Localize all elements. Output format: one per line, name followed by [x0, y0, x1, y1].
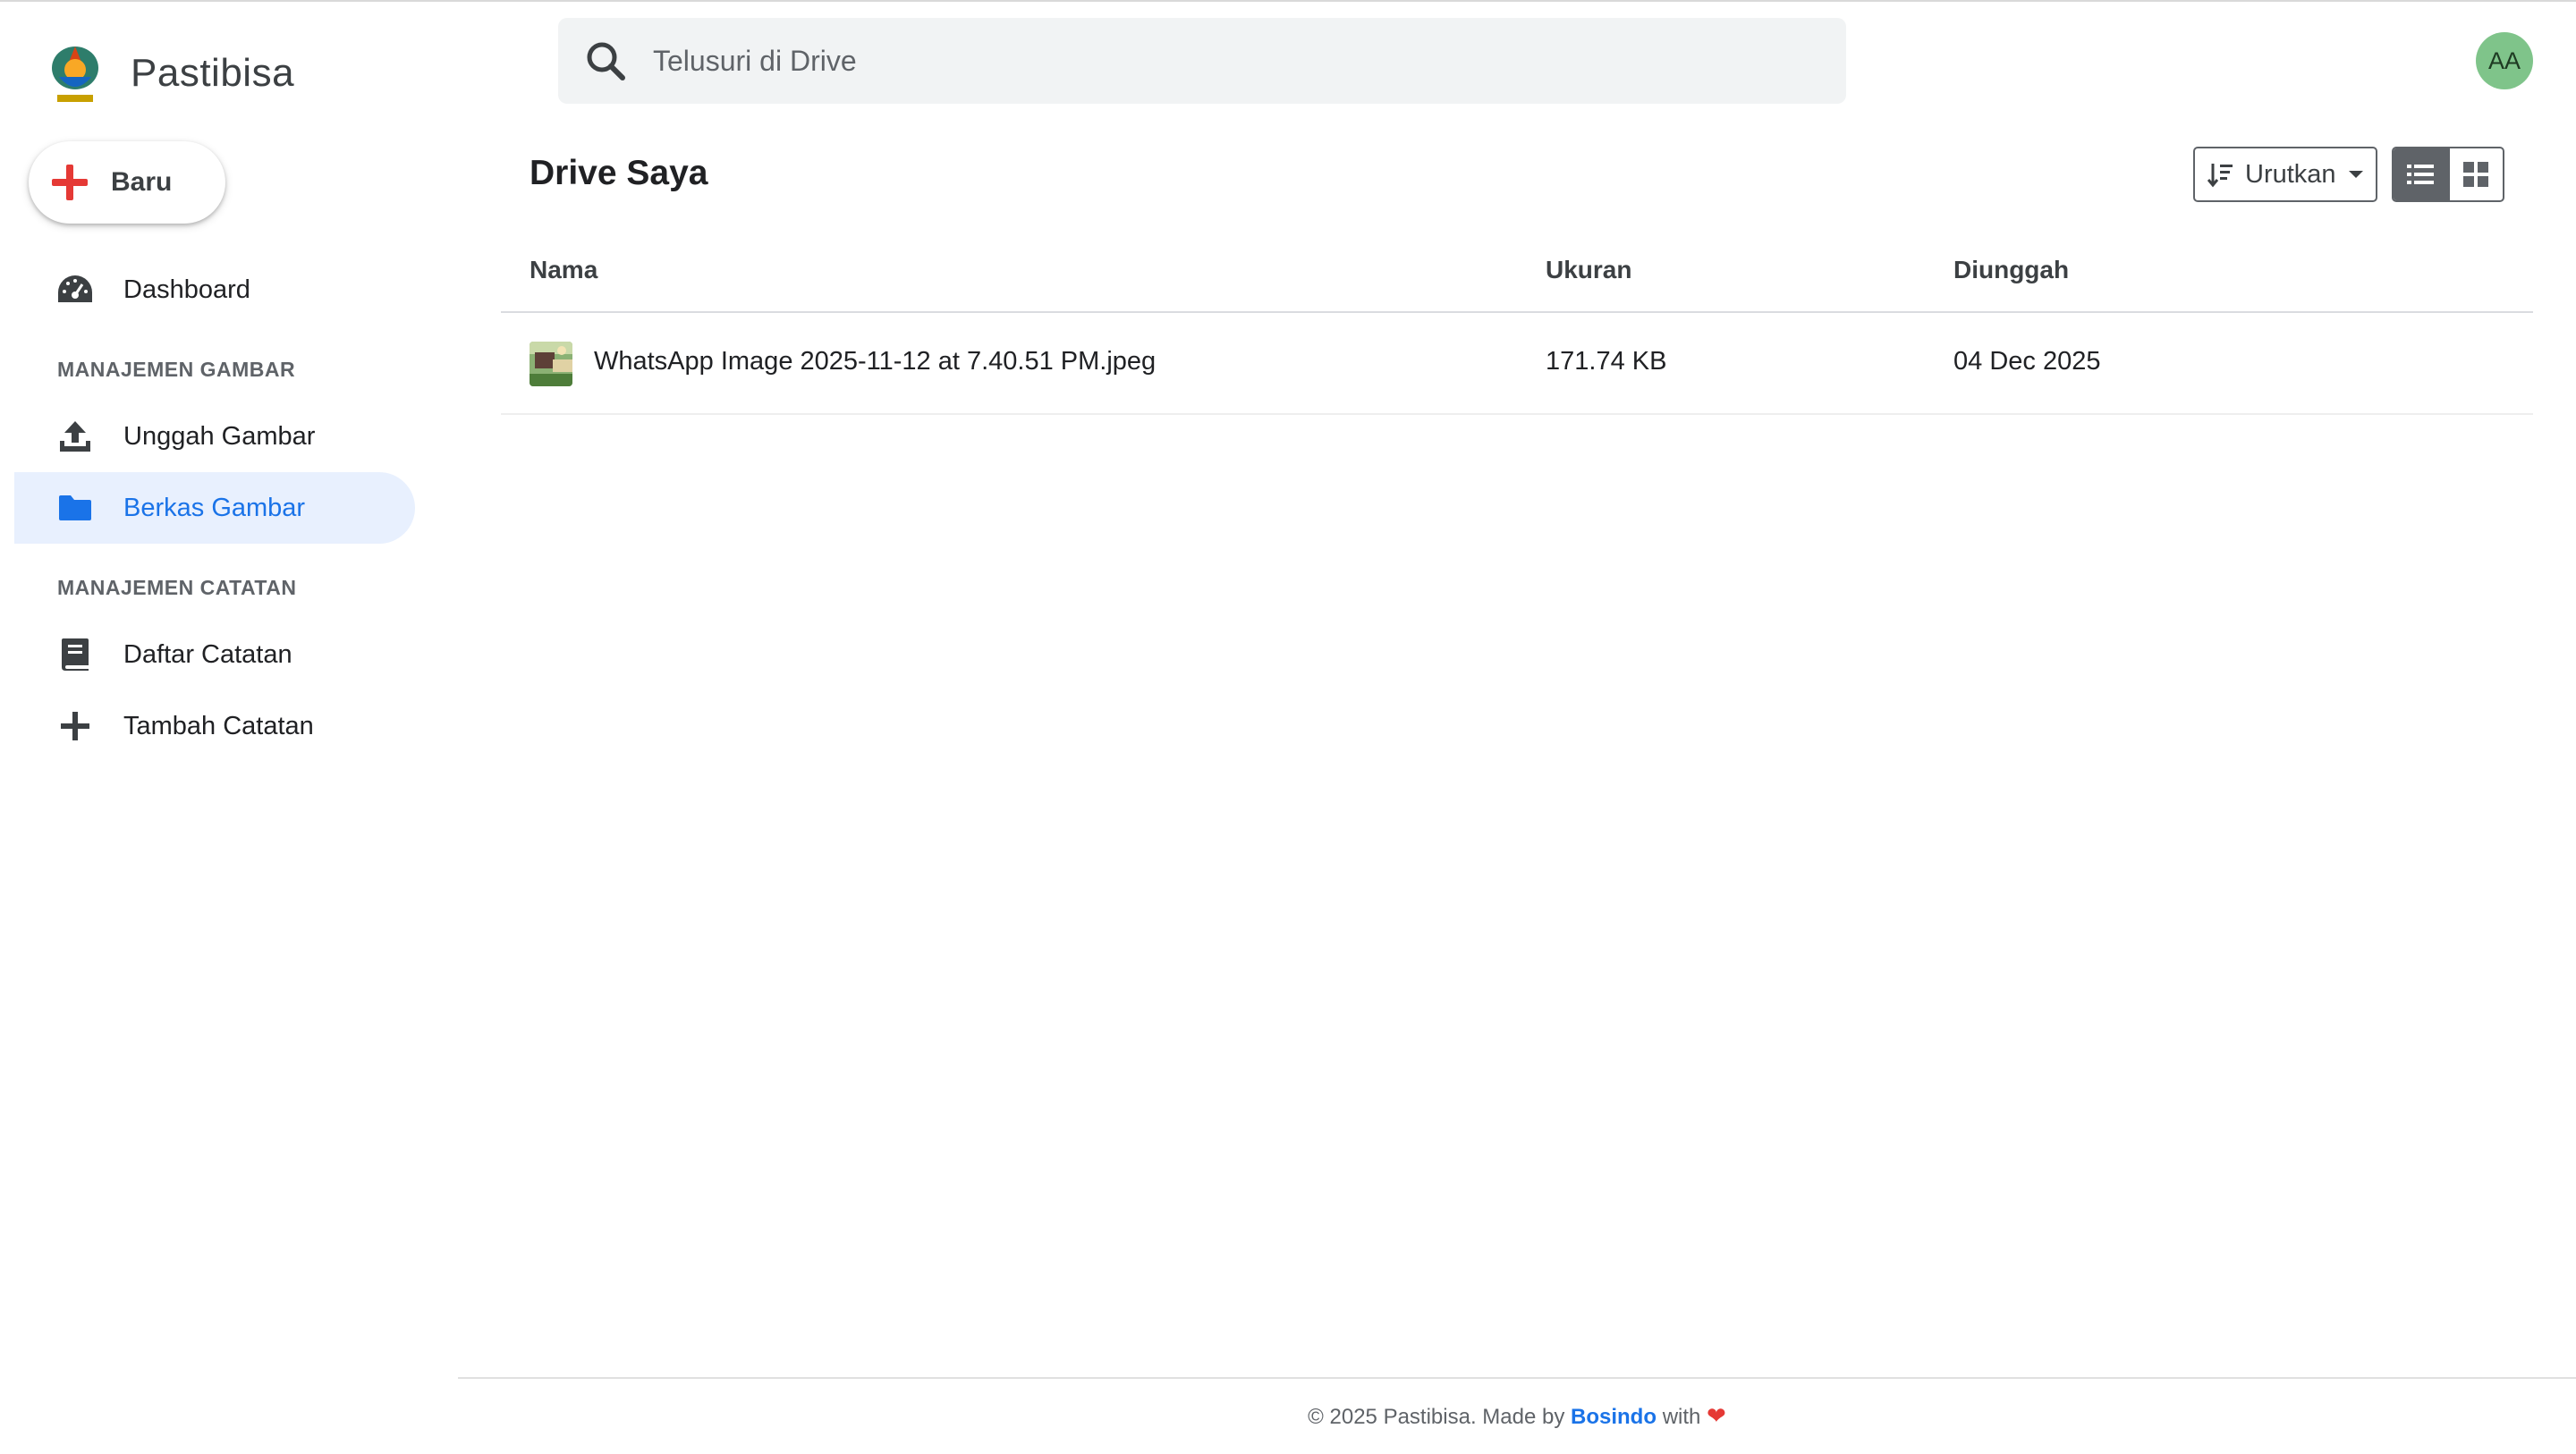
footer-link-bosindo[interactable]: Bosindo: [1571, 1405, 1657, 1429]
sidebar-item-tambah-catatan[interactable]: Tambah Catatan: [14, 690, 415, 762]
sidebar-item-dashboard[interactable]: Dashboard: [14, 254, 415, 325]
file-table: Nama Ukuran Diunggah WhatsApp Image 2025…: [501, 241, 2533, 415]
file-size: 171.74 KB: [1546, 347, 1667, 376]
sort-label: Urutkan: [2245, 159, 2336, 189]
sidebar-item-daftar-catatan[interactable]: Daftar Catatan: [14, 619, 415, 690]
search-input[interactable]: [653, 44, 1816, 78]
sidebar: Pastibisa Baru Dashboard MANAJEMEN GAMBA…: [0, 2, 447, 1454]
new-button[interactable]: Baru: [29, 141, 225, 224]
sidebar-item-label: Daftar Catatan: [123, 639, 292, 669]
file-name[interactable]: WhatsApp Image 2025-11-12 at 7.40.51 PM.…: [594, 347, 1156, 376]
footer: © 2025 Pastibisa. Made by Bosindo with ❤: [458, 1377, 2576, 1454]
upload-icon: [55, 417, 95, 456]
sidebar-item-label: Tambah Catatan: [123, 711, 314, 740]
grid-icon: [2463, 162, 2489, 187]
drive-app: Pastibisa Baru Dashboard MANAJEMEN GAMBA…: [0, 0, 2576, 1454]
footer-text: © 2025 Pastibisa. Made by Bosindo with ❤: [458, 1402, 2576, 1430]
avatar[interactable]: AA: [2476, 32, 2533, 89]
plus-icon: [55, 706, 95, 746]
file-uploaded-date: 04 Dec 2025: [1953, 347, 2101, 376]
brand-name: Pastibisa: [131, 51, 295, 95]
brand[interactable]: Pastibisa: [47, 41, 294, 106]
page-title: Drive Saya: [530, 154, 708, 192]
column-header-nama[interactable]: Nama: [530, 256, 597, 284]
list-view-button[interactable]: [2394, 148, 2448, 200]
heart-icon: ❤: [1707, 1402, 1726, 1429]
table-row[interactable]: WhatsApp Image 2025-11-12 at 7.40.51 PM.…: [501, 313, 2533, 415]
new-button-label: Baru: [111, 167, 173, 197]
footer-prefix: © 2025 Pastibisa. Made by: [1308, 1405, 1565, 1429]
section-title-catatan: MANAJEMEN CATATAN: [57, 576, 297, 599]
sidebar-item-label: Berkas Gambar: [123, 493, 306, 522]
column-header-diunggah[interactable]: Diunggah: [1953, 256, 2069, 284]
folder-icon: [55, 488, 95, 528]
image-thumbnail: [530, 342, 572, 386]
pastibisa-logo: [52, 46, 98, 102]
search-icon[interactable]: [585, 40, 626, 81]
section-title-gambar: MANAJEMEN GAMBAR: [57, 358, 296, 381]
search-bar[interactable]: [558, 18, 1846, 104]
table-header: Nama Ukuran Diunggah: [501, 241, 2533, 313]
gauge-icon: [55, 270, 95, 309]
plus-icon: [52, 165, 88, 200]
view-toggle: [2392, 147, 2504, 202]
grid-view-button[interactable]: [2447, 148, 2503, 200]
sidebar-item-unggah-gambar[interactable]: Unggah Gambar: [14, 401, 415, 472]
column-header-ukuran[interactable]: Ukuran: [1546, 256, 1631, 284]
list-icon: [2407, 165, 2435, 184]
chevron-down-icon: [2348, 171, 2363, 178]
sidebar-item-label: Unggah Gambar: [123, 421, 316, 451]
book-icon: [55, 635, 95, 674]
sort-button[interactable]: Urutkan: [2193, 147, 2377, 202]
footer-suffix: with: [1662, 1405, 1701, 1429]
sidebar-item-label: Dashboard: [123, 275, 250, 304]
sidebar-item-berkas-gambar[interactable]: Berkas Gambar: [14, 472, 415, 544]
sort-icon: [2207, 164, 2233, 188]
